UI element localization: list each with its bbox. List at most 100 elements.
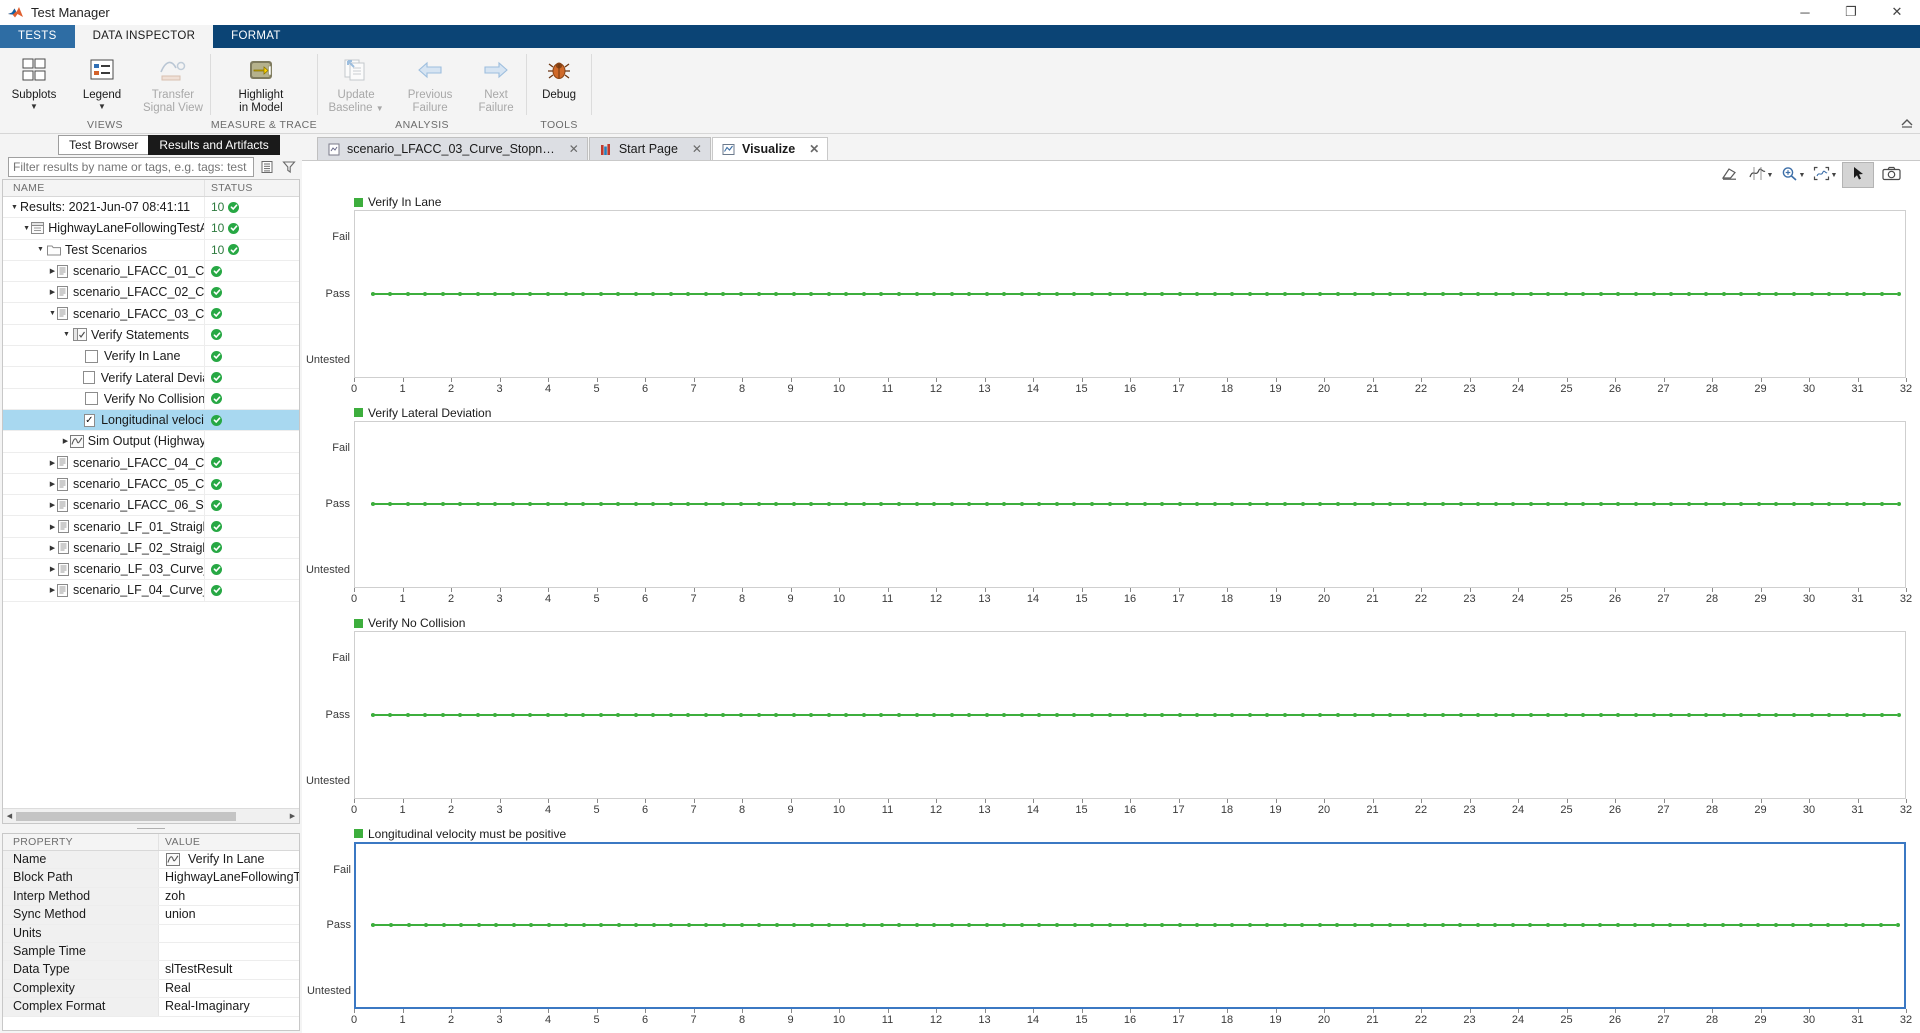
columns-icon[interactable] xyxy=(258,158,276,176)
chevron-right-icon[interactable]: ▶ xyxy=(48,459,57,467)
ribbon-tab-data-inspector[interactable]: DATA INSPECTOR xyxy=(74,25,214,48)
tree-row[interactable]: ▼ Results: 2021-Jun-07 08:41:11 10 xyxy=(3,197,299,219)
document-tab-visualize[interactable]: Visualize ✕ xyxy=(711,137,829,160)
scroll-left-icon[interactable]: ◀ xyxy=(3,812,16,820)
scrollbar-thumb[interactable] xyxy=(16,811,236,821)
filter-input[interactable] xyxy=(8,157,254,177)
series-marker xyxy=(1283,291,1288,296)
tree-row[interactable]: ▶ scenario_LFACC_05_Curve_ xyxy=(3,473,299,496)
plot-axes[interactable]: Fail Pass Untested xyxy=(306,210,1906,378)
close-icon[interactable]: ✕ xyxy=(569,142,579,156)
series-marker xyxy=(1650,923,1655,928)
x-tick xyxy=(499,1009,501,1013)
chevron-right-icon[interactable]: ▶ xyxy=(48,565,57,573)
tree-row[interactable]: ▶ scenario_LFACC_04_Curve_ xyxy=(3,452,299,474)
plot-axes[interactable]: Fail Pass Untested xyxy=(307,841,1906,1009)
tree-row[interactable]: ▼ HighwayLaneFollowingTestAsses 10 xyxy=(3,218,299,240)
tree-row[interactable]: ▶ scenario_LF_03_Curve_Left xyxy=(3,559,299,581)
tab-test-browser[interactable]: Test Browser xyxy=(58,135,149,155)
chevron-down-icon[interactable]: ▼ xyxy=(1831,172,1838,179)
tree-row[interactable]: ✓ Longitudinal velocit… xyxy=(3,409,299,432)
plot-block[interactable]: Verify No Collision Fail Pass Untested 0 1 2 3 4… xyxy=(306,610,1912,821)
filter-icon[interactable] xyxy=(280,158,298,176)
tree-row[interactable]: ▼ Verify Statements xyxy=(3,324,299,347)
tree-row[interactable]: ▶ scenario_LFACC_01_Curve_ xyxy=(3,260,299,283)
tree-row[interactable]: ▶ scenario_LFACC_06_Straigh xyxy=(3,495,299,517)
highlight-in-model-button[interactable]: Highlight in Model xyxy=(211,52,311,114)
chevron-down-icon[interactable]: ▼ xyxy=(48,310,57,317)
signal-checkbox[interactable] xyxy=(84,392,98,406)
chevron-down-icon[interactable]: ▼ xyxy=(61,331,72,338)
legend-button[interactable]: Legend ▼ xyxy=(68,52,136,111)
series-marker xyxy=(739,923,744,928)
collapse-ribbon-icon[interactable] xyxy=(1900,118,1914,131)
snapshot-button[interactable] xyxy=(1876,163,1906,187)
ribbon-tab-format[interactable]: FORMAT xyxy=(213,25,299,48)
property-row[interactable]: Block Path HighwayLaneFollowingTest… xyxy=(3,869,299,888)
subplots-button[interactable]: Subplots ▼ xyxy=(0,52,68,111)
chevron-down-icon[interactable]: ▼ xyxy=(9,204,20,211)
ribbon-tab-tests[interactable]: TESTS xyxy=(0,25,75,48)
tree-row[interactable]: Verify No Collision xyxy=(3,388,299,410)
property-row[interactable]: Units xyxy=(3,924,299,943)
document-tab-start-page[interactable]: Start Page ✕ xyxy=(588,137,711,160)
signal-checkbox[interactable] xyxy=(83,371,95,385)
property-row[interactable]: Data Type slTestResult xyxy=(3,961,299,980)
property-row[interactable]: Name Verify In Lane xyxy=(3,851,299,870)
tree-row[interactable]: ▶ scenario_LF_04_Curve_Righ xyxy=(3,580,299,602)
plot-axes[interactable]: Fail Pass Untested xyxy=(306,631,1906,799)
tree-row[interactable]: ▶ Sim Output (HighwayLane xyxy=(3,431,299,453)
cursor-measure-button[interactable]: ▼ xyxy=(1746,163,1776,187)
tree-horizontal-scrollbar[interactable]: ◀ ▶ xyxy=(3,808,299,823)
plot-axes[interactable]: Fail Pass Untested xyxy=(306,420,1906,588)
close-button[interactable]: ✕ xyxy=(1874,0,1920,24)
signal-checkbox[interactable]: ✓ xyxy=(83,413,96,427)
chevron-down-icon[interactable]: ▼ xyxy=(1799,172,1806,179)
plot-block[interactable]: Verify Lateral Deviation Fail Pass Untested… xyxy=(306,400,1912,611)
chevron-right-icon[interactable]: ▶ xyxy=(48,267,57,275)
tree-row[interactable]: ▼ scenario_LFACC_03_Curve_ xyxy=(3,303,299,325)
panel-splitter[interactable] xyxy=(0,824,302,833)
tree-row[interactable]: Verify Lateral Devia… xyxy=(3,367,299,389)
tree-row[interactable]: ▶ scenario_LFACC_02_Curve_ xyxy=(3,282,299,304)
chevron-right-icon[interactable]: ▶ xyxy=(48,523,57,531)
tree-row[interactable]: ▼ Test Scenarios 10 xyxy=(3,239,299,261)
property-row[interactable]: Interp Method zoh xyxy=(3,887,299,907)
scroll-right-icon[interactable]: ▶ xyxy=(286,812,299,820)
chevron-down-icon[interactable]: ▼ xyxy=(35,246,46,253)
chevron-down-icon[interactable]: ▼ xyxy=(22,225,31,232)
maximize-button[interactable]: ❐ xyxy=(1828,0,1874,24)
plot-block[interactable]: Longitudinal velocity must be positive Fa… xyxy=(307,821,1912,1032)
tree-row[interactable]: ▶ scenario_LF_01_Straight_Ri xyxy=(3,516,299,538)
tree-row[interactable]: ▶ scenario_LF_02_Straight_Le xyxy=(3,537,299,560)
fit-to-view-button[interactable]: ▼ xyxy=(1810,163,1840,187)
chevron-right-icon[interactable]: ▶ xyxy=(48,501,57,509)
document-tab-scenario[interactable]: scenario_LFACC_03_Curve_Stopn… ✕ xyxy=(317,137,588,160)
close-icon[interactable]: ✕ xyxy=(692,142,702,156)
chevron-right-icon[interactable]: ▶ xyxy=(48,544,57,552)
plot-block[interactable]: Verify In Lane Fail Pass Untested 0 1 2 3 4 5 6 7 8 9… xyxy=(306,189,1912,400)
y-tick-label: Untested xyxy=(306,984,351,997)
chevron-down-icon[interactable]: ▼ xyxy=(1767,172,1774,179)
zoom-in-button[interactable]: ▼ xyxy=(1778,163,1808,187)
chevron-right-icon[interactable]: ▶ xyxy=(48,586,57,594)
tree-row[interactable]: Verify In Lane xyxy=(3,346,299,368)
property-row[interactable]: Sync Method union xyxy=(3,906,299,925)
chevron-down-icon[interactable]: ▼ xyxy=(98,102,106,111)
chevron-right-icon[interactable]: ▶ xyxy=(61,437,70,445)
debug-button[interactable]: Debug xyxy=(527,52,591,102)
signal-checkbox[interactable] xyxy=(85,349,98,363)
minimize-button[interactable]: ─ xyxy=(1782,0,1828,24)
close-icon[interactable]: ✕ xyxy=(809,142,819,156)
property-row[interactable]: Sample Time xyxy=(3,942,299,962)
chevron-right-icon[interactable]: ▶ xyxy=(48,288,57,296)
chevron-down-icon[interactable]: ▼ xyxy=(30,102,38,111)
series-marker xyxy=(1230,291,1235,296)
tab-results-and-artifacts[interactable]: Results and Artifacts xyxy=(148,135,280,155)
results-tree[interactable]: ▼ Results: 2021-Jun-07 08:41:11 10 ▼ Highway… xyxy=(3,197,299,808)
property-row[interactable]: Complex Format Real-Imaginary xyxy=(3,998,299,1017)
pointer-button[interactable] xyxy=(1842,162,1874,188)
eraser-button[interactable] xyxy=(1714,163,1744,187)
chevron-right-icon[interactable]: ▶ xyxy=(48,480,57,488)
property-row[interactable]: Complexity Real xyxy=(3,979,299,999)
